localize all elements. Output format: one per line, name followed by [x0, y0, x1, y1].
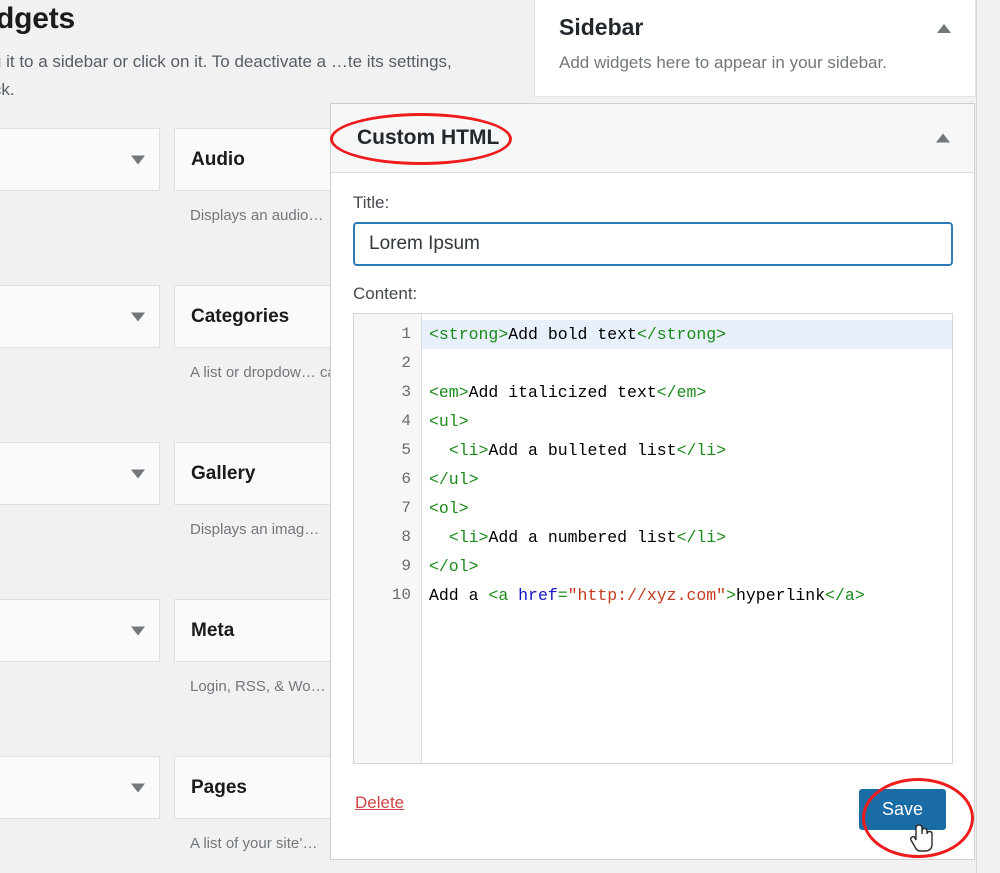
chevron-up-icon[interactable] [936, 133, 950, 143]
page-description: …get drag it to a sidebar or click on it… [0, 52, 452, 99]
widget-card[interactable]: …our site’s posts. [0, 285, 160, 430]
code-line[interactable]: <ul> [422, 407, 952, 436]
widget-card[interactable]: …hive of your site’s [0, 128, 160, 273]
widget-card-header[interactable] [0, 128, 160, 191]
html-code-editor[interactable]: 1 2 3 4 5 6 7 8 9 10 <strong>Add bold text</stron… [353, 313, 953, 764]
widget-card-header[interactable]: L [0, 442, 160, 505]
widgets-screen: Widgets …get drag it to a sidebar or cli… [0, 0, 1000, 873]
widget-card-header[interactable]: …Menu [0, 756, 160, 819]
line-number: 6 [401, 470, 411, 488]
sidebar-panel-description: Add widgets here to appear in your sideb… [559, 53, 887, 72]
sidebar-panel-header[interactable]: Sidebar [535, 0, 975, 41]
code-line[interactable]: <em>Add italicized text</em> [422, 378, 952, 407]
line-number: 1 [401, 325, 411, 343]
title-field-label: Title: [353, 193, 390, 212]
custom-html-panel-title: Custom HTML [357, 126, 500, 149]
chevron-down-icon[interactable] [131, 469, 145, 478]
line-number: 2 [401, 354, 411, 372]
page-scrollbar[interactable] [976, 0, 1000, 873]
code-line[interactable] [422, 349, 952, 378]
widget-name: Pages [191, 776, 247, 798]
widget-description: … code. [0, 505, 160, 587]
title-input[interactable] [353, 222, 953, 266]
line-number: 10 [391, 586, 411, 604]
line-number: 5 [401, 441, 411, 459]
chevron-up-icon[interactable] [937, 24, 951, 33]
chevron-down-icon[interactable] [131, 312, 145, 321]
widget-description: …age. [0, 662, 160, 744]
page-title: Widgets [0, 2, 75, 35]
content-field-label: Content: [353, 284, 418, 303]
code-line[interactable]: Add a <a href="http://xyz.com">hyperlink… [422, 581, 952, 610]
code-line[interactable]: <strong>Add bold text</strong> [422, 320, 952, 349]
widget-description: …hive of your site’s [0, 191, 160, 273]
line-number: 9 [401, 557, 411, 575]
delete-link[interactable]: Delete [355, 793, 404, 813]
widget-description: …our site’s posts. [0, 348, 160, 430]
widget-name: Meta [191, 619, 235, 641]
pointing-hand-cursor [909, 824, 933, 852]
line-number-gutter: 1 2 3 4 5 6 7 8 9 10 [354, 314, 422, 763]
line-number: 8 [401, 528, 411, 546]
custom-html-panel-footer: Delete Save [331, 771, 974, 859]
code-line[interactable]: <ol> [422, 494, 952, 523]
code-line[interactable]: </ol> [422, 552, 952, 581]
custom-html-widget-panel: Custom HTML Title: Content: 1 2 3 4 5 6 7 8 9 10 … [330, 103, 975, 860]
custom-html-panel-body: Title: Content: 1 2 3 4 5 6 7 8 9 10 <strong>Add … [331, 173, 974, 764]
chevron-down-icon[interactable] [131, 626, 145, 635]
chevron-down-icon[interactable] [131, 155, 145, 164]
chevron-down-icon[interactable] [131, 783, 145, 792]
widget-name: Categories [191, 305, 290, 327]
sidebar-panel[interactable]: Sidebar Add widgets here to appear in yo… [534, 0, 976, 97]
widget-name: Audio [191, 148, 245, 170]
code-content-area[interactable]: <strong>Add bold text</strong> <em>Add i… [422, 314, 952, 763]
widget-name: Gallery [191, 462, 256, 484]
code-line[interactable]: <li>Add a numbered list</li> [422, 523, 952, 552]
sidebar-panel-title: Sidebar [559, 14, 644, 40]
line-number: 4 [401, 412, 411, 430]
custom-html-panel-header[interactable]: Custom HTML [331, 104, 974, 173]
widget-card-header[interactable] [0, 285, 160, 348]
widget-card-header[interactable] [0, 599, 160, 662]
code-line[interactable]: <li>Add a bulleted list</li> [422, 436, 952, 465]
line-number: 7 [401, 499, 411, 517]
line-number: 3 [401, 383, 411, 401]
widget-card[interactable]: …Menu…on menu to your [0, 756, 160, 873]
widget-card[interactable]: …age. [0, 599, 160, 744]
code-line[interactable]: </ul> [422, 465, 952, 494]
widget-card[interactable]: L… code. [0, 442, 160, 587]
widget-description: …on menu to your [0, 819, 160, 873]
